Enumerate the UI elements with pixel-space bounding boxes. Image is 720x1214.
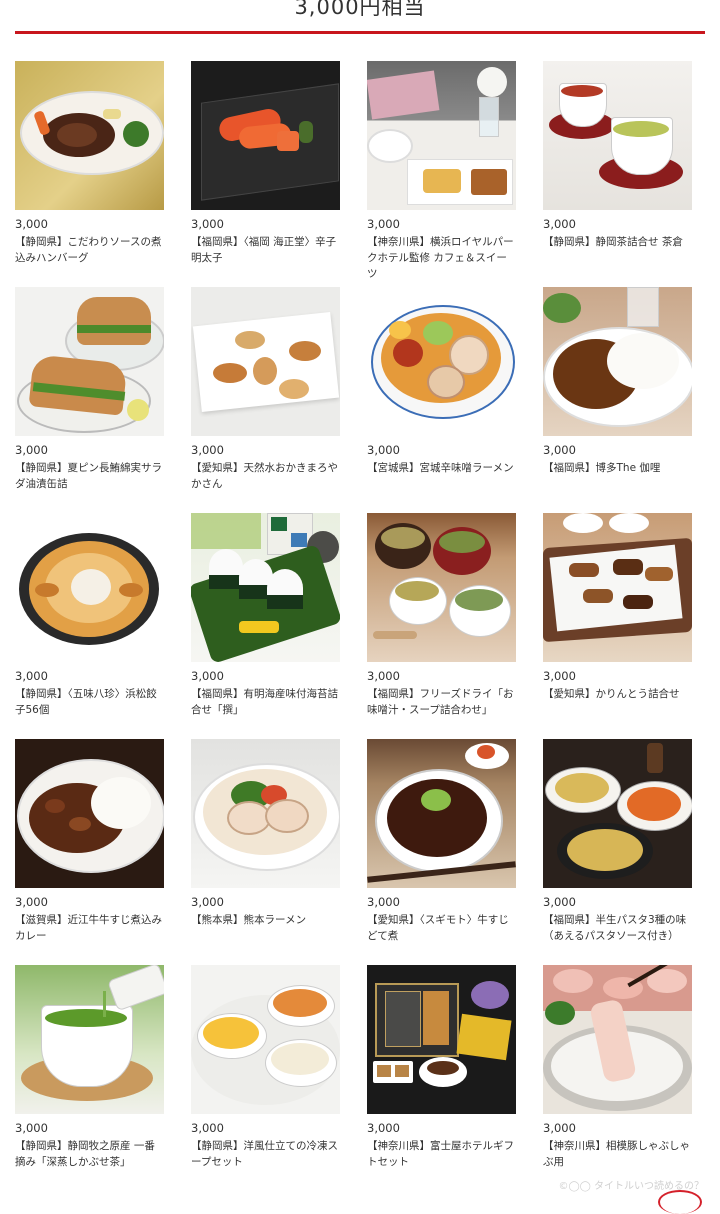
product-image-freeze-dried-soup[interactable] [367,513,516,662]
product-card[interactable]: 3,000 【福岡県】博多The 伽哩 [543,287,692,513]
product-price: 3,000 [367,217,516,231]
product-price: 3,000 [191,1121,340,1135]
product-name[interactable]: 【静岡県】静岡牧之原産 一番摘み「深蒸しかぶせ茶」 [15,1138,163,1170]
product-price: 3,000 [15,669,164,683]
product-image-frozen-soup[interactable] [191,965,340,1114]
product-card[interactable]: 3,000 【福岡県】有明海産味付海苔詰合せ「撰」 [191,513,340,739]
product-image-pasta[interactable] [543,739,692,888]
product-image-kabuse-tea[interactable] [15,965,164,1114]
product-image-nori[interactable] [191,513,340,662]
product-card[interactable]: 3,000 【滋賀県】近江牛牛すじ煮込みカレー [15,739,164,965]
product-price: 3,000 [191,443,340,457]
product-card[interactable]: 3,000 【静岡県】静岡茶詰合せ 茶倉 [543,61,692,287]
product-price: 3,000 [367,443,516,457]
product-card[interactable]: 3,000 【愛知県】天然水おかきまろやかさん [191,287,340,513]
page-title: 3,000円相当 [0,0,720,21]
product-card[interactable]: 3,000 【愛知県】かりんとう詰合せ [543,513,692,739]
product-grid: 3,000 【静岡県】こだわりソースの煮込みハンバーグ 3,000 【福岡県】〈… [15,61,693,1191]
product-name[interactable]: 【滋賀県】近江牛牛すじ煮込みカレー [15,912,163,944]
product-name[interactable]: 【福岡県】〈福岡 海正堂〉辛子明太子 [191,234,339,266]
product-image-okaki[interactable] [191,287,340,436]
product-name[interactable]: 【愛知県】天然水おかきまろやかさん [191,460,339,492]
product-name[interactable]: 【静岡県】こだわりソースの煮込みハンバーグ [15,234,163,266]
product-name[interactable]: 【神奈川県】相模豚しゃぶしゃぶ用 [543,1138,691,1170]
page-header: 3,000円相当 [0,0,720,34]
product-price: 3,000 [15,1121,164,1135]
product-card[interactable]: 3,000 【静岡県】〈五味八珍〉浜松餃子56個 [15,513,164,739]
product-price: 3,000 [543,1121,692,1135]
product-name[interactable]: 【福岡県】博多The 伽哩 [543,460,691,476]
product-price: 3,000 [191,217,340,231]
product-name[interactable]: 【熊本県】熊本ラーメン [191,912,339,928]
product-price: 3,000 [15,443,164,457]
product-name[interactable]: 【福岡県】フリーズドライ「お味噌汁・スープ詰合わせ」 [367,686,515,718]
product-price: 3,000 [543,443,692,457]
product-name[interactable]: 【宮城県】宮城辛味噌ラーメン [367,460,515,476]
product-image-doteni[interactable] [367,739,516,888]
product-name[interactable]: 【神奈川県】横浜ロイヤルパークホテル監修 カフェ＆スイーツ [367,234,515,282]
product-name[interactable]: 【神奈川県】富士屋ホテルギフトセット [367,1138,515,1170]
product-card[interactable]: 3,000 【熊本県】熊本ラーメン [191,739,340,965]
product-price: 3,000 [15,895,164,909]
product-image-karinto[interactable] [543,513,692,662]
product-image-hakata-curry[interactable] [543,287,692,436]
product-price: 3,000 [367,895,516,909]
product-price: 3,000 [367,1121,516,1135]
product-price: 3,000 [543,669,692,683]
product-price: 3,000 [543,217,692,231]
product-price: 3,000 [191,895,340,909]
product-image-hamburg[interactable] [15,61,164,210]
product-name[interactable]: 【静岡県】静岡茶詰合せ 茶倉 [543,234,691,250]
scroll-top-badge[interactable] [658,1190,702,1214]
product-name[interactable]: 【愛知県】かりんとう詰合せ [543,686,691,702]
product-image-shizuoka-tea[interactable] [543,61,692,210]
product-image-omi-beef-curry[interactable] [15,739,164,888]
product-card[interactable]: 3,000 【神奈川県】富士屋ホテルギフトセット [367,965,516,1191]
product-name[interactable]: 【愛知県】〈スギモト〉牛すじどて煮 [367,912,515,944]
product-card[interactable]: 3,000 【静岡県】夏ピン長鮪綿実サラダ油漬缶詰 [15,287,164,513]
product-image-kumamoto-ramen[interactable] [191,739,340,888]
product-card[interactable]: 3,000 【静岡県】洋風仕立ての冷凍スープセット [191,965,340,1191]
product-card[interactable]: 3,000 【静岡県】こだわりソースの煮込みハンバーグ [15,61,164,287]
product-image-gyoza[interactable] [15,513,164,662]
product-image-miyagi-ramen[interactable] [367,287,516,436]
product-card[interactable]: 3,000 【静岡県】静岡牧之原産 一番摘み「深蒸しかぶせ茶」 [15,965,164,1191]
product-image-fujiya-gift[interactable] [367,965,516,1114]
product-card[interactable]: 3,000 【愛知県】〈スギモト〉牛すじどて煮 [367,739,516,965]
product-card[interactable]: 3,000 【福岡県】〈福岡 海正堂〉辛子明太子 [191,61,340,287]
product-name[interactable]: 【福岡県】半生パスタ3種の味（あえるパスタソース付き） [543,912,691,944]
product-name[interactable]: 【福岡県】有明海産味付海苔詰合せ「撰」 [191,686,339,718]
product-price: 3,000 [367,669,516,683]
product-image-tuna-sandwich[interactable] [15,287,164,436]
product-card[interactable]: 3,000 【宮城県】宮城辛味噌ラーメン [367,287,516,513]
product-image-cafe-sweets[interactable] [367,61,516,210]
product-name[interactable]: 【静岡県】洋風仕立ての冷凍スープセット [191,1138,339,1170]
product-name[interactable]: 【静岡県】〈五味八珍〉浜松餃子56個 [15,686,163,718]
title-divider [15,31,705,34]
product-card[interactable]: 3,000 【神奈川県】相模豚しゃぶしゃぶ用 [543,965,692,1191]
product-card[interactable]: 3,000 【福岡県】フリーズドライ「お味噌汁・スープ詰合わせ」 [367,513,516,739]
product-price: 3,000 [191,669,340,683]
product-image-shabu-shabu[interactable] [543,965,692,1114]
product-name[interactable]: 【静岡県】夏ピン長鮪綿実サラダ油漬缶詰 [15,460,163,492]
product-price: 3,000 [543,895,692,909]
product-card[interactable]: 3,000 【福岡県】半生パスタ3種の味（あえるパスタソース付き） [543,739,692,965]
product-image-mentaiko[interactable] [191,61,340,210]
product-price: 3,000 [15,217,164,231]
product-card[interactable]: 3,000 【神奈川県】横浜ロイヤルパークホテル監修 カフェ＆スイーツ [367,61,516,287]
